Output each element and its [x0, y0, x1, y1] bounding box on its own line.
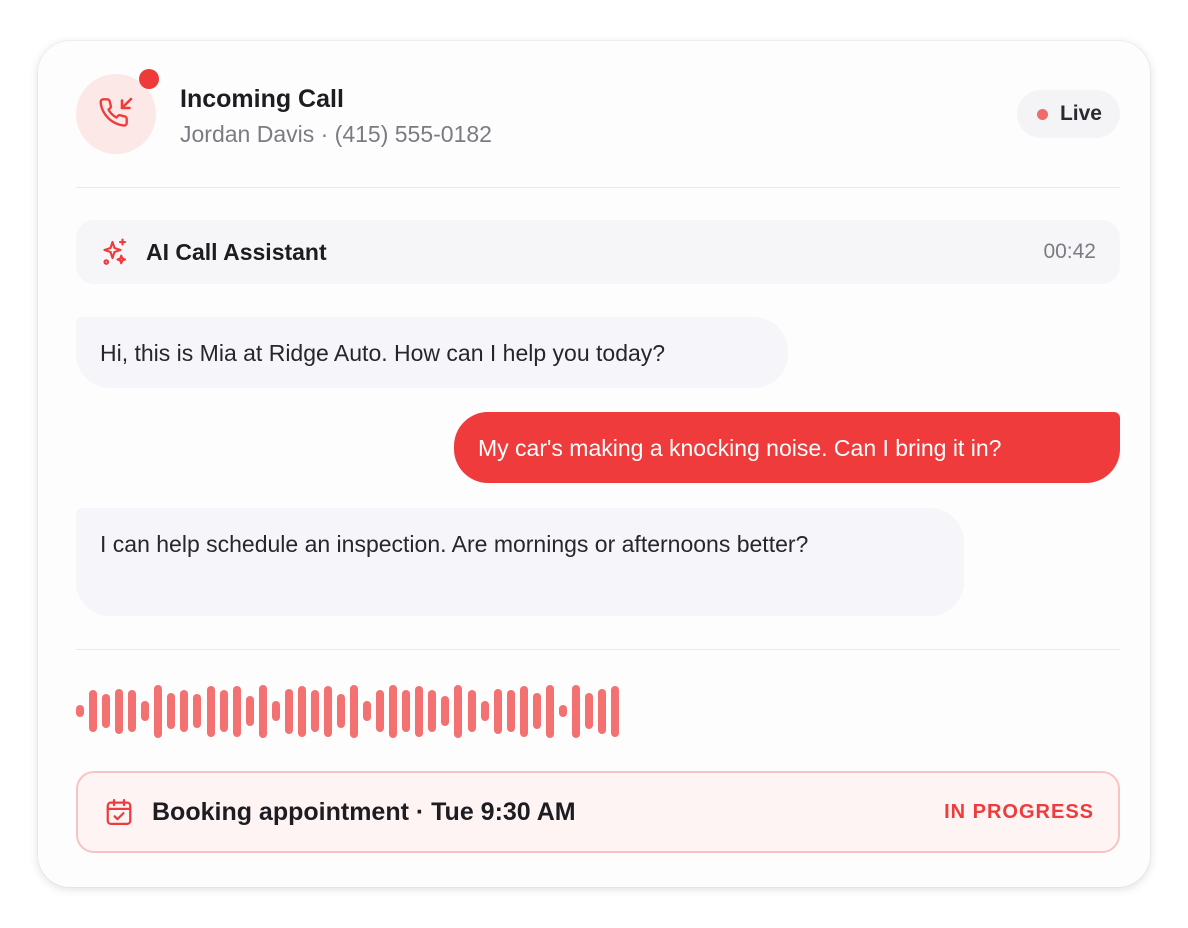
assistant-message: I can help schedule an inspection. Are m… — [76, 508, 964, 616]
waveform-bar — [311, 690, 319, 732]
waveform-bar — [76, 705, 84, 717]
waveform-bar — [220, 690, 228, 732]
assistant-message: Hi, this is Mia at Ridge Auto. How can I… — [76, 317, 788, 388]
waveform-bar — [180, 690, 188, 732]
waveform-bar — [285, 689, 293, 734]
waveform-bar — [89, 690, 97, 732]
waveform-bar — [337, 694, 345, 728]
waveform-bar — [494, 689, 502, 734]
waveform-bar — [233, 686, 241, 737]
waveform-bar — [402, 690, 410, 732]
waveform-bar — [389, 685, 397, 738]
waveform-bar — [154, 685, 162, 738]
waveform-bar — [324, 686, 332, 737]
waveform-bar — [193, 694, 201, 728]
call-timer: 00:42 — [1043, 240, 1096, 263]
waveform-bar — [598, 689, 606, 734]
waveform-bar — [468, 690, 476, 732]
waveform-bar — [572, 685, 580, 738]
waveform-bar — [507, 690, 515, 732]
waveform-bar — [128, 690, 136, 732]
waveform-bar — [141, 701, 149, 721]
waveform-bar — [559, 705, 567, 717]
waveform-bar — [102, 694, 110, 728]
calendar-check-icon — [106, 799, 132, 825]
waveform-bar — [481, 701, 489, 721]
waveform-bar — [376, 690, 384, 732]
booking-status-bar: Booking appointment · Tue 9:30 AM IN PRO… — [76, 771, 1120, 853]
waveform-bar — [272, 701, 280, 721]
waveform-bar — [167, 693, 175, 729]
card-content: AI Call Assistant 00:42 Hi, this is Mia … — [38, 41, 1150, 887]
waveform-bar — [441, 696, 449, 726]
waveform-bar — [298, 686, 306, 737]
audio-waveform — [76, 681, 636, 741]
waveform-bar — [115, 689, 123, 734]
waveform-bar — [415, 686, 423, 737]
waveform-bar — [611, 686, 619, 737]
waveform-bar — [454, 685, 462, 738]
waveform-bar — [207, 686, 215, 737]
waveform-bar — [533, 693, 541, 729]
caller-message: My car's making a knocking noise. Can I … — [454, 412, 1120, 483]
waveform-bar — [259, 685, 267, 738]
waveform-bar — [546, 685, 554, 738]
assistant-name: AI Call Assistant — [146, 238, 327, 265]
waveform-bar — [520, 686, 528, 737]
waveform-bar — [585, 693, 593, 729]
assistant-bar: AI Call Assistant 00:42 — [76, 220, 1120, 284]
waveform-bar — [428, 690, 436, 732]
waveform-bar — [363, 701, 371, 721]
booking-text: Booking appointment · Tue 9:30 AM — [152, 797, 576, 826]
booking-status: IN PROGRESS — [944, 800, 1094, 823]
waveform-bar — [350, 685, 358, 738]
sparkles-icon — [103, 238, 127, 265]
waveform-bar — [246, 696, 254, 726]
divider — [76, 649, 1120, 650]
